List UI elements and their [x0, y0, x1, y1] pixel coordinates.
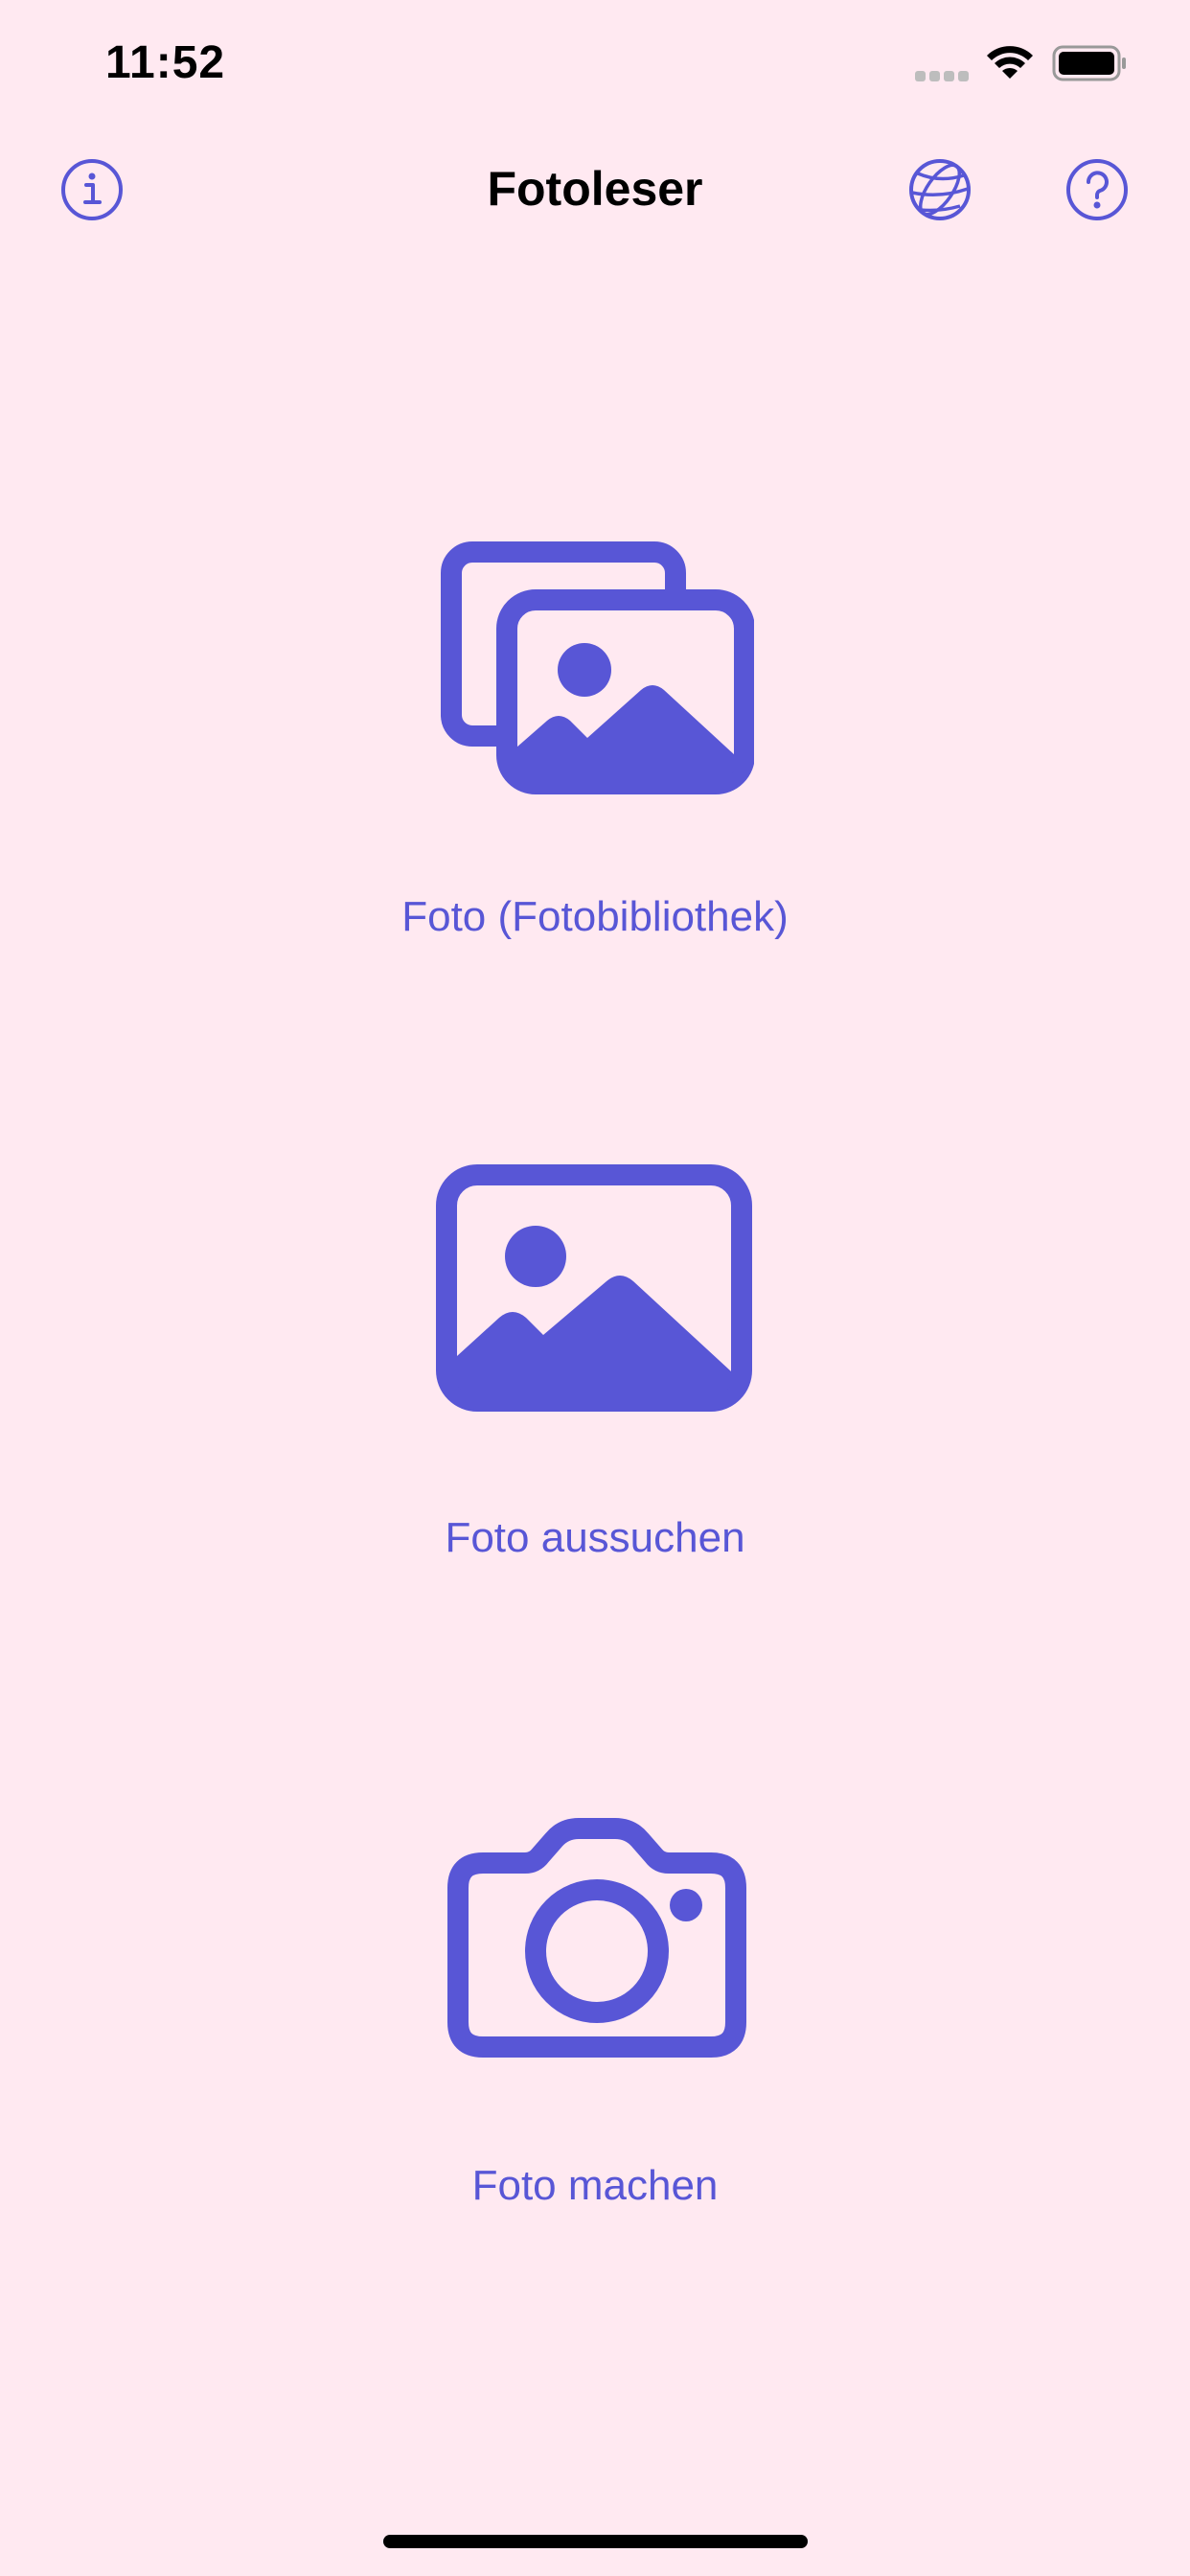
photo-icon — [435, 1164, 752, 1412]
camera-icon — [446, 1818, 746, 2058]
take-photo-button[interactable]: Foto machen — [0, 1813, 1190, 2225]
photo-stack-icon — [440, 541, 754, 794]
status-bar: 11:52 — [0, 0, 1190, 129]
status-time: 11:52 — [105, 37, 226, 88]
language-button[interactable] — [906, 156, 973, 223]
wifi-icon — [987, 46, 1033, 79]
page-title: Fotoleser — [487, 162, 703, 216]
globe-icon — [909, 159, 971, 220]
cellular-signal-icon — [915, 69, 973, 81]
navigation-bar: Fotoleser — [0, 134, 1190, 249]
choose-photo-button[interactable]: Foto aussuchen — [0, 1164, 1190, 1567]
battery-icon — [1052, 45, 1126, 81]
take-photo-label: Foto machen — [471, 2162, 719, 2209]
photo-library-label: Foto (Fotobibliothek) — [401, 893, 789, 940]
photo-library-button[interactable]: Foto (Fotobibliothek) — [0, 537, 1190, 949]
help-button[interactable] — [1064, 156, 1131, 223]
choose-photo-label: Foto aussuchen — [445, 1514, 745, 1561]
question-circle-icon — [1066, 159, 1128, 220]
home-indicator[interactable] — [383, 2535, 808, 2548]
